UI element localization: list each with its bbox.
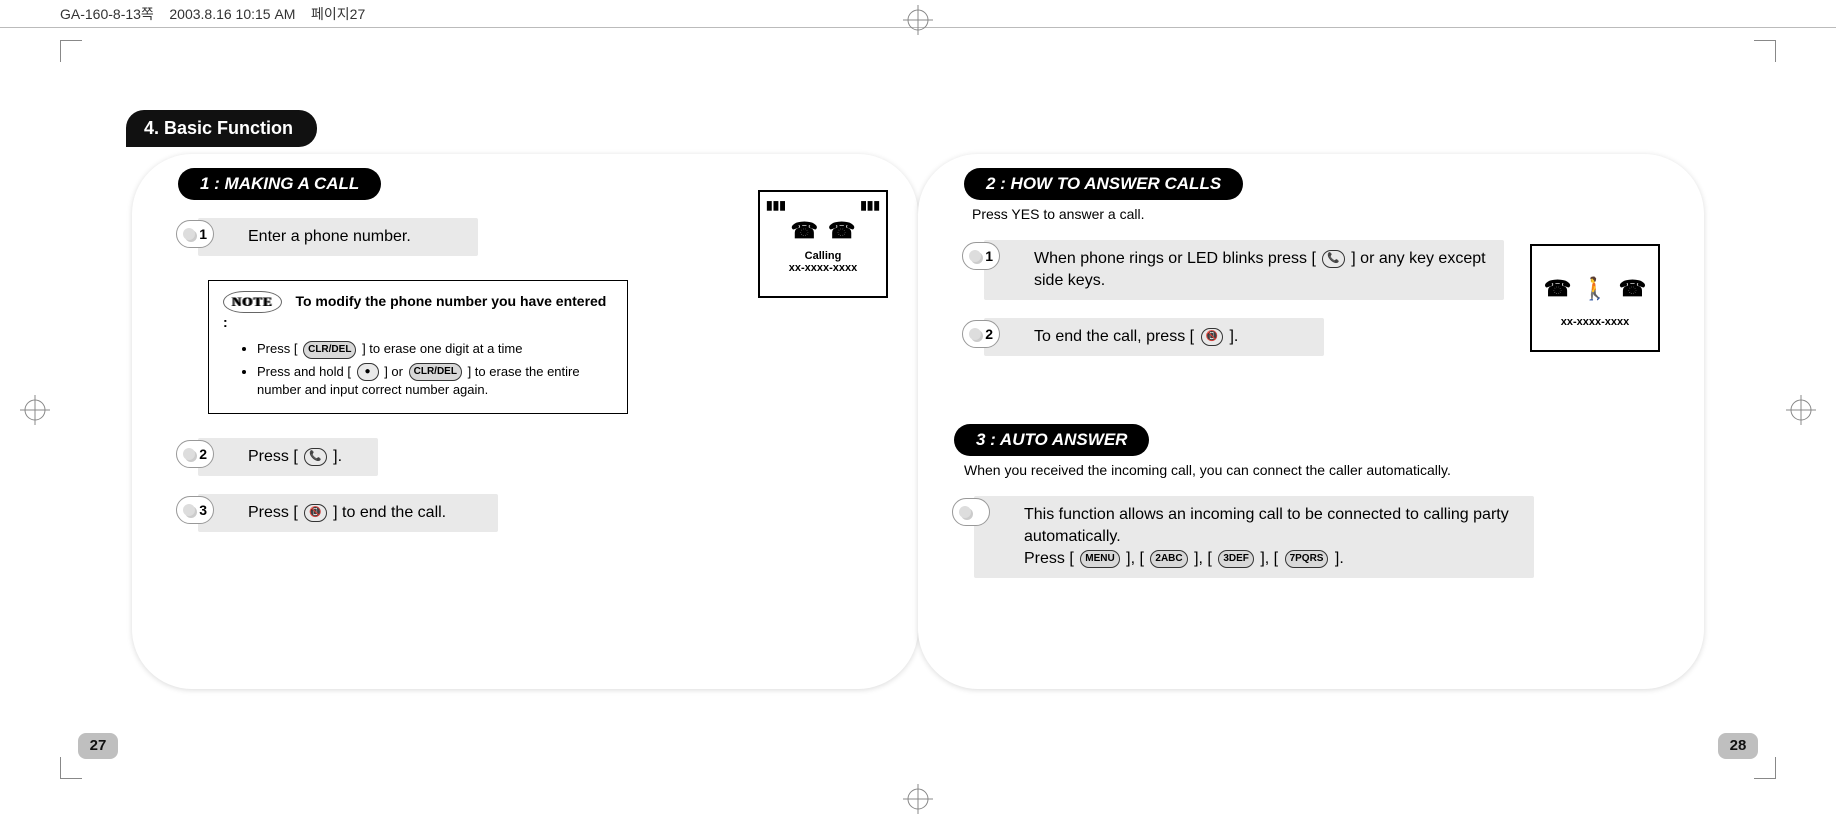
- right-step-1: 1 When phone rings or LED blinks press […: [984, 240, 1504, 300]
- right-step-2: 2 To end the call, press [ 📵 ].: [984, 318, 1324, 356]
- page-right: 2 : HOW TO ANSWER CALLS Press YES to ans…: [918, 70, 1740, 749]
- page-spread: 4. Basic Function 1 : MAKING A CALL 1 En…: [96, 70, 1740, 749]
- left-step-1: 1 Enter a phone number.: [198, 218, 478, 256]
- step-badge-r1: 1: [962, 242, 1000, 270]
- send-key-icon: 📞: [304, 448, 326, 466]
- key-2-icon: 2ABC: [1150, 550, 1187, 568]
- screen-calling-label: Calling: [766, 250, 880, 262]
- note-box: NOTE To modify the phone number you have…: [208, 280, 628, 414]
- phone-icon: ☎: [791, 218, 818, 244]
- phone-icon: ☎: [828, 218, 855, 244]
- page-number-left: 27: [78, 733, 118, 759]
- right-content-panel: 2 : HOW TO ANSWER CALLS Press YES to ans…: [918, 154, 1704, 689]
- walking-icon: 🚶: [1581, 276, 1608, 302]
- left-step-3: 3 Press [ 📵 ] to end the call.: [198, 494, 498, 532]
- phone-icon: ☎: [1619, 276, 1646, 302]
- phone-screen-incoming: ☎ 🚶 ☎ xx-xxxx-xxxx: [1530, 244, 1660, 352]
- section-2-title: 2 : HOW TO ANSWER CALLS: [964, 168, 1243, 200]
- section-3-title: 3 : AUTO ANSWER: [954, 424, 1149, 456]
- key-3-icon: 3DEF: [1218, 550, 1254, 568]
- header-timestamp: 2003.8.16 10:15 AM: [169, 6, 295, 22]
- phone-screen-calling: ▮▮▮ ▮▮▮ ☎ ☎ Calling xx-xxxx-xxxx: [758, 190, 888, 298]
- battery-icon: ▮▮▮: [860, 198, 880, 212]
- clr-key-icon: CLR/DEL: [409, 363, 462, 381]
- note-bullet-2: Press and hold [ ● ] or CLR/DEL ] to era…: [257, 363, 613, 400]
- section-2-subtitle: Press YES to answer a call.: [972, 206, 1698, 222]
- screen-incoming-number: xx-xxxx-xxxx: [1538, 316, 1652, 328]
- key-7-icon: 7PQRS: [1285, 550, 1329, 568]
- auto-answer-body: This function allows an incoming call to…: [974, 496, 1534, 578]
- section-1-title: 1 : MAKING A CALL: [178, 168, 381, 200]
- end-key-icon: 📵: [1201, 328, 1223, 346]
- menu-key-icon: MENU: [1080, 550, 1119, 568]
- page-number-right: 28: [1718, 733, 1758, 759]
- page-left: 4. Basic Function 1 : MAKING A CALL 1 En…: [96, 70, 918, 749]
- step-badge-3: 3: [176, 496, 214, 524]
- end-key-icon: 📵: [304, 504, 326, 522]
- left-step-2: 2 Press [ 📞 ].: [198, 438, 378, 476]
- bullet-icon: [952, 498, 990, 526]
- chapter-title: 4. Basic Function: [126, 110, 317, 147]
- registration-mark-top: [903, 5, 933, 35]
- note-label: NOTE: [223, 291, 282, 313]
- left-content-panel: 1 : MAKING A CALL 1 Enter a phone number…: [132, 154, 918, 689]
- signal-icon: ▮▮▮: [766, 198, 786, 212]
- note-bullet-1: Press [ CLR/DEL ] to erase one digit at …: [257, 340, 613, 359]
- phone-icon: ☎: [1544, 276, 1571, 302]
- auto-answer-line1: This function allows an incoming call to…: [1024, 506, 1509, 545]
- step-badge-r2: 2: [962, 320, 1000, 348]
- left-step-1-text: Enter a phone number.: [248, 228, 411, 245]
- registration-mark-left: [20, 395, 50, 425]
- section-3-subtitle: When you received the incoming call, you…: [964, 462, 1698, 478]
- header-filename: GA-160-8-13쪽: [60, 6, 154, 22]
- screen-calling-number: xx-xxxx-xxxx: [766, 262, 880, 274]
- step-badge-2: 2: [176, 440, 214, 468]
- send-key-icon: 📞: [1322, 250, 1344, 268]
- ok-key-icon: ●: [357, 363, 379, 381]
- header-page-stub: 페이지27: [311, 6, 365, 22]
- clr-key-icon: CLR/DEL: [303, 341, 356, 359]
- registration-mark-right: [1786, 395, 1816, 425]
- step-badge-1: 1: [176, 220, 214, 248]
- registration-mark-bottom: [903, 784, 933, 814]
